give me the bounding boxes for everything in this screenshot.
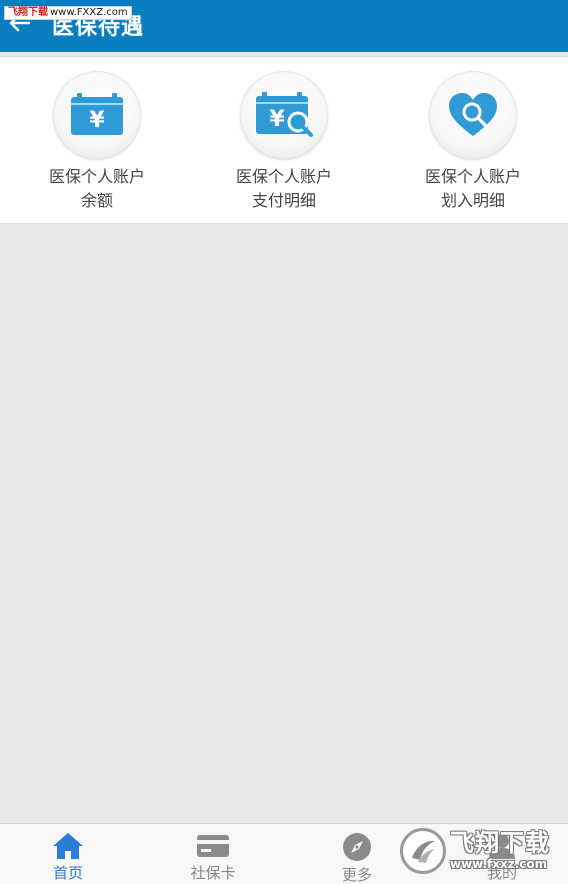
- nav-label: 更多: [341, 866, 372, 884]
- watermark-bottom: 飞翔下载 www.fxxz.com: [400, 826, 560, 876]
- nav-item-card[interactable]: 社保卡: [163, 832, 263, 883]
- nav-item-more[interactable]: 更多: [307, 832, 407, 884]
- watermark-top: 飞翔下载 www.FXXZ.com: [4, 6, 132, 20]
- watermark-top-brand: 飞翔下载: [8, 7, 48, 18]
- feature-label: 医保个人账户支付明细: [235, 167, 332, 210]
- app-header: 医保待遇 飞翔下载 www.FXXZ.com: [0, 0, 568, 52]
- card-icon: [197, 835, 229, 857]
- feature-icon-circle: ¥: [53, 71, 141, 159]
- feature-icon-circle: ¥: [240, 71, 328, 159]
- feature-label: 医保个人账户划入明细: [424, 167, 521, 210]
- nav-label: 首页: [52, 864, 83, 882]
- feature-payment-detail[interactable]: ¥ 医保个人账户支付明细: [214, 71, 354, 213]
- feature-account-balance[interactable]: ¥ 医保个人账户余额: [27, 71, 167, 213]
- home-icon: [53, 833, 83, 859]
- feature-transfer-detail[interactable]: 医保个人账户划入明细: [403, 71, 543, 213]
- compass-icon: [343, 833, 371, 861]
- feature-label: 医保个人账户余额: [48, 167, 145, 210]
- watermark-brand: 飞翔下载: [450, 829, 550, 857]
- svg-text:¥: ¥: [269, 107, 285, 132]
- feature-icon-circle: [429, 71, 517, 159]
- watermark-top-url: www.FXXZ.com: [50, 7, 128, 18]
- watermark-url: www.fxxz.com: [450, 857, 548, 871]
- wallet-yuan-icon: ¥: [71, 93, 123, 135]
- svg-text:¥: ¥: [89, 108, 105, 133]
- feature-panel: ¥ 医保个人账户余额 ¥ 医保个人账户支付明细 医保个人账户划入明细: [0, 56, 568, 224]
- watermark-logo-icon: [400, 828, 446, 874]
- nav-item-home[interactable]: 首页: [18, 832, 118, 883]
- nav-label: 社保卡: [190, 864, 236, 882]
- watermark-text: 飞翔下载 www.fxxz.com: [450, 830, 550, 872]
- heart-search-icon: [449, 93, 497, 136]
- wallet-yuan-search-icon: ¥: [256, 92, 313, 137]
